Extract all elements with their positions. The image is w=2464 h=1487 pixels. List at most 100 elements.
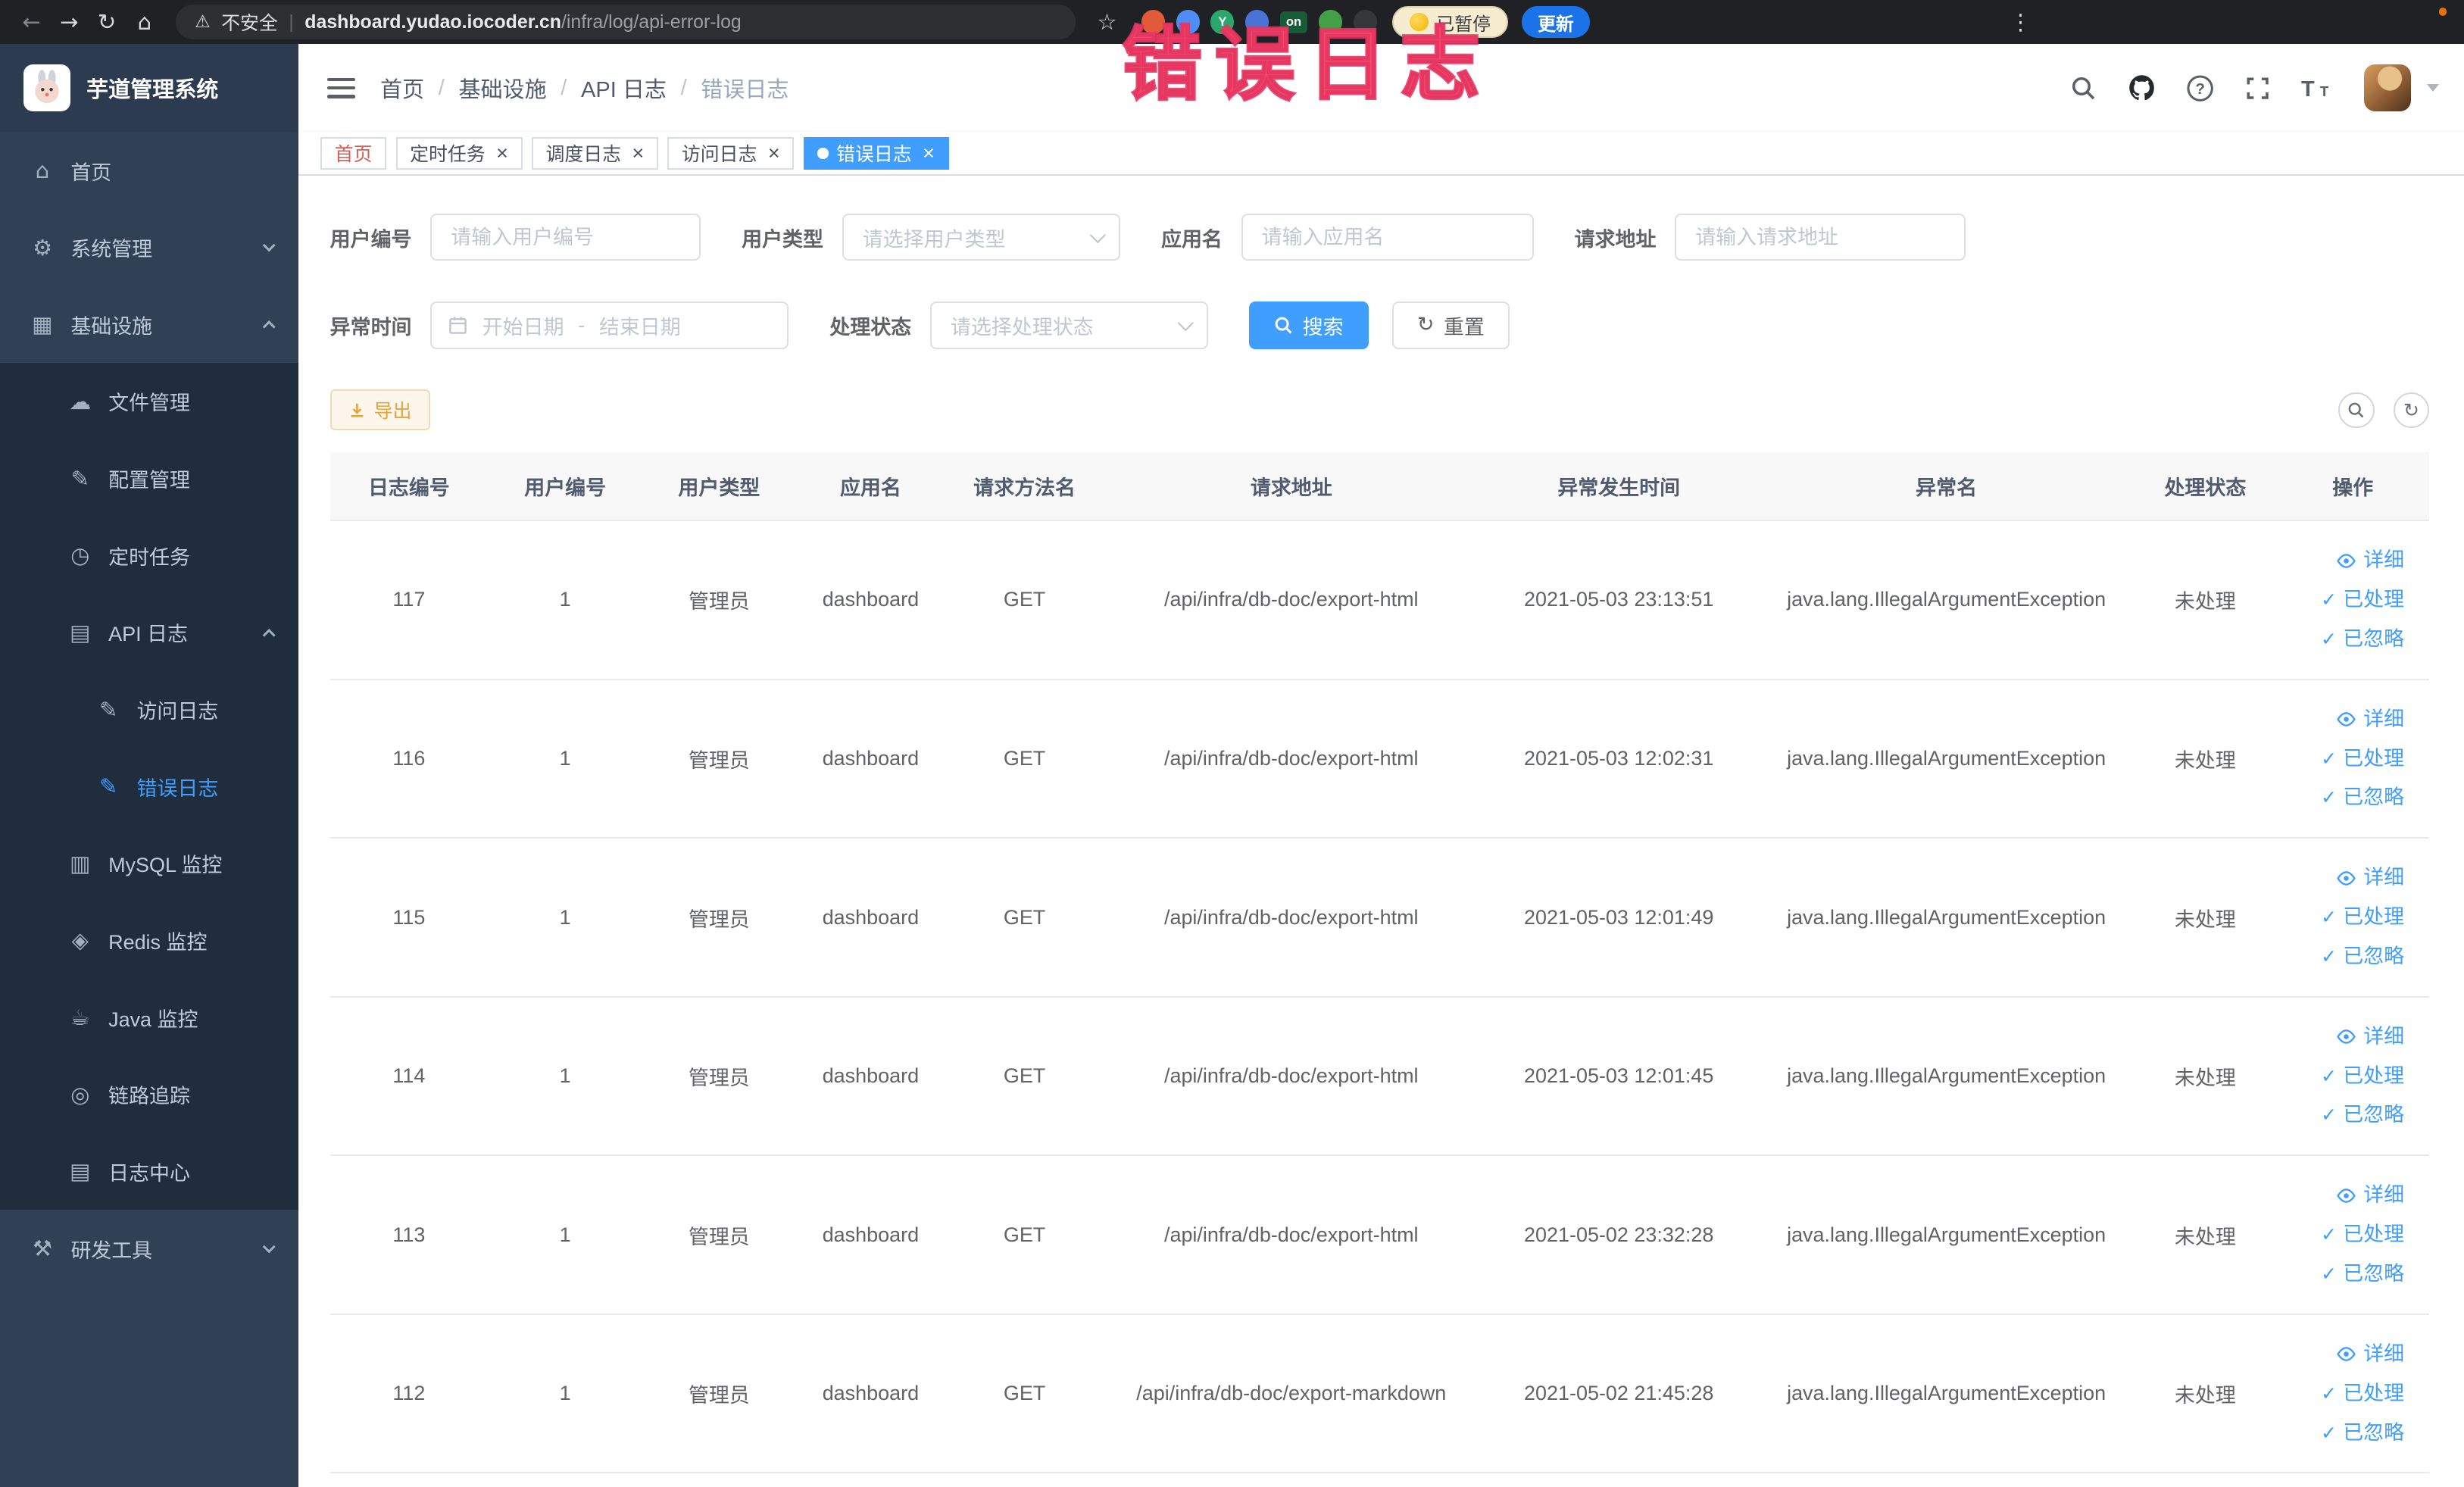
sidebar-item-mysql[interactable]: ▥ MySQL 监控 — [0, 825, 299, 902]
action-详细[interactable]: 详细 — [2335, 700, 2404, 739]
close-tab-icon[interactable]: × — [496, 142, 508, 164]
sidebar-item-file[interactable]: ☁ 文件管理 — [0, 363, 299, 440]
cell-actions: 详细 ✓ 已处理 ✓ 已忽略 — [2276, 838, 2430, 998]
close-tab-icon[interactable]: × — [632, 142, 645, 164]
filter-input-app-name[interactable] — [1241, 214, 1534, 261]
action-详细[interactable]: 详细 — [2335, 858, 2404, 898]
check-icon: ✓ — [2321, 747, 2337, 770]
back-icon[interactable]: ← — [13, 0, 51, 44]
action-已忽略[interactable]: ✓ 已忽略 — [2321, 937, 2404, 976]
cell-request_url: /api/infra/db-doc/export-html — [1103, 838, 1479, 998]
extension-icon[interactable] — [1176, 10, 1200, 34]
breadcrumb-item[interactable]: 首页 — [380, 72, 424, 104]
filter-select-user-type[interactable]: 请选择用户类型 — [842, 214, 1121, 261]
cell-status: 未处理 — [2134, 1314, 2277, 1474]
refresh-table-button[interactable]: ↻ — [2393, 392, 2430, 429]
reset-button-label: 重置 — [1443, 315, 1485, 339]
close-tab-icon[interactable]: × — [768, 142, 780, 164]
sidebar-item-java[interactable]: ☕ Java 监控 — [0, 979, 299, 1056]
eye-icon — [2335, 1026, 2357, 1048]
forward-icon[interactable]: → — [50, 0, 88, 44]
action-已处理[interactable]: ✓ 已处理 — [2321, 1215, 2404, 1254]
action-已处理[interactable]: ✓ 已处理 — [2321, 739, 2404, 779]
breadcrumb-item[interactable]: 基础设施 — [458, 72, 546, 104]
bookmark-star-icon[interactable]: ☆ — [1088, 0, 1126, 44]
sidebar-item-home[interactable]: ⌂ 首页 — [0, 132, 298, 209]
extension-icon[interactable]: on — [1279, 11, 1308, 33]
logo[interactable]: 芋道管理系统 — [0, 44, 299, 133]
action-详细[interactable]: 详细 — [2335, 541, 2404, 580]
sidebar-item-job[interactable]: ◷ 定时任务 — [0, 517, 299, 595]
extension-icon[interactable]: Y — [1210, 10, 1235, 34]
sidebar-item-api-log[interactable]: ▤ API 日志 — [0, 594, 299, 671]
github-icon[interactable] — [2127, 73, 2156, 102]
help-icon[interactable]: ? — [2186, 74, 2214, 102]
extension-icon[interactable] — [1244, 10, 1269, 34]
extension-icon[interactable] — [1318, 10, 1343, 34]
tab-定时任务[interactable]: 定时任务 × — [395, 136, 523, 170]
address-bar[interactable]: ⚠ 不安全 | dashboard.yudao.iocoder.cn/infra… — [176, 5, 1076, 39]
mysql-icon: ▥ — [70, 850, 91, 876]
tab-访问日志[interactable]: 访问日志 × — [667, 136, 795, 170]
action-详细[interactable]: 详细 — [2335, 1176, 2404, 1215]
user-dropdown-caret-icon[interactable] — [2426, 84, 2439, 92]
avatar[interactable] — [2363, 64, 2412, 112]
filter-input-request-url[interactable] — [1675, 214, 1966, 261]
sidebar-item-infra[interactable]: ▦ 基础设施 — [0, 286, 298, 364]
action-已处理[interactable]: ✓ 已处理 — [2321, 580, 2404, 620]
tab-错误日志[interactable]: 错误日志 × — [803, 136, 949, 170]
filter-daterange-exception-time[interactable]: 开始日期 - 结束日期 — [430, 301, 789, 349]
cell-method: GET — [945, 838, 1104, 998]
close-tab-icon[interactable]: × — [923, 142, 935, 164]
collapse-menu-icon[interactable] — [326, 77, 355, 98]
action-已忽略[interactable]: ✓ 已忽略 — [2321, 778, 2404, 817]
sidebar-item-config[interactable]: ✎ 配置管理 — [0, 439, 299, 517]
security-label[interactable]: 不安全 — [221, 8, 278, 36]
reset-button[interactable]: ↻ 重置 — [1391, 301, 1510, 349]
action-详细[interactable]: 详细 — [2335, 1335, 2404, 1374]
extension-icon[interactable] — [1141, 10, 1166, 34]
sidebar-item-system[interactable]: ⚙ 系统管理 — [0, 209, 298, 286]
eye-icon — [2335, 867, 2357, 889]
sidebar-item-label: 基础设施 — [70, 314, 153, 338]
paused-badge[interactable]: 已暂停 — [1392, 6, 1508, 38]
sidebar-item-redis[interactable]: ◈ Redis 监控 — [0, 901, 299, 979]
reload-icon[interactable]: ↻ — [88, 0, 126, 44]
action-已处理[interactable]: ✓ 已处理 — [2321, 1057, 2404, 1096]
action-已忽略[interactable]: ✓ 已忽略 — [2321, 1095, 2404, 1135]
sidebar-item-access-log[interactable]: ✎ 访问日志 — [0, 670, 299, 748]
action-已忽略[interactable]: ✓ 已忽略 — [2321, 1254, 2404, 1294]
font-size-icon[interactable]: TT — [2301, 76, 2334, 101]
action-已处理[interactable]: ✓ 已处理 — [2321, 1374, 2404, 1414]
cell-user_id: 1 — [488, 679, 643, 839]
sidebar-item-error-log[interactable]: ✎ 错误日志 — [0, 748, 299, 826]
fullscreen-icon[interactable] — [2244, 75, 2271, 102]
cell-request_url: /api/infra/db-doc/export-html — [1103, 520, 1479, 680]
chevron-down-icon — [1177, 315, 1194, 331]
sidebar-item-label: 文件管理 — [108, 392, 190, 415]
chrome-menu-icon[interactable]: ⋮ — [1590, 0, 2452, 44]
action-已忽略[interactable]: ✓ 已忽略 — [2321, 1414, 2404, 1453]
sidebar-item-trace[interactable]: ◎ 链路追踪 — [0, 1055, 299, 1133]
tab-首页[interactable]: 首页 — [320, 136, 387, 170]
cell-occurred_at: 2021-05-02 23:32:28 — [1479, 1155, 1759, 1315]
browser-home-icon[interactable]: ⌂ — [126, 0, 164, 44]
action-详细[interactable]: 详细 — [2335, 1017, 2404, 1057]
sidebar-item-dev-tools[interactable]: ⚒ 研发工具 — [0, 1210, 298, 1287]
breadcrumb-item[interactable]: API 日志 — [581, 72, 667, 104]
tab-调度日志[interactable]: 调度日志 × — [531, 136, 658, 170]
url-text[interactable]: dashboard.yudao.iocoder.cn/infra/log/api… — [304, 11, 741, 33]
search-button[interactable]: 搜索 — [1249, 301, 1369, 349]
cell-app_name: dashboard — [795, 838, 946, 998]
extension-icon[interactable] — [1353, 10, 1377, 34]
search-icon[interactable] — [2070, 75, 2097, 102]
action-已处理[interactable]: ✓ 已处理 — [2321, 898, 2404, 937]
toggle-search-button[interactable] — [2338, 392, 2375, 429]
export-button[interactable]: 导出 — [329, 389, 431, 431]
filter-select-process-status[interactable]: 请选择处理状态 — [930, 301, 1209, 349]
update-button[interactable]: 更新 — [1522, 6, 1590, 38]
filter-input-user-id[interactable] — [430, 214, 701, 261]
action-已忽略[interactable]: ✓ 已忽略 — [2321, 620, 2404, 659]
sidebar-item-log-center[interactable]: ▤ 日志中心 — [0, 1132, 299, 1211]
apilog-icon: ▤ — [70, 619, 91, 645]
